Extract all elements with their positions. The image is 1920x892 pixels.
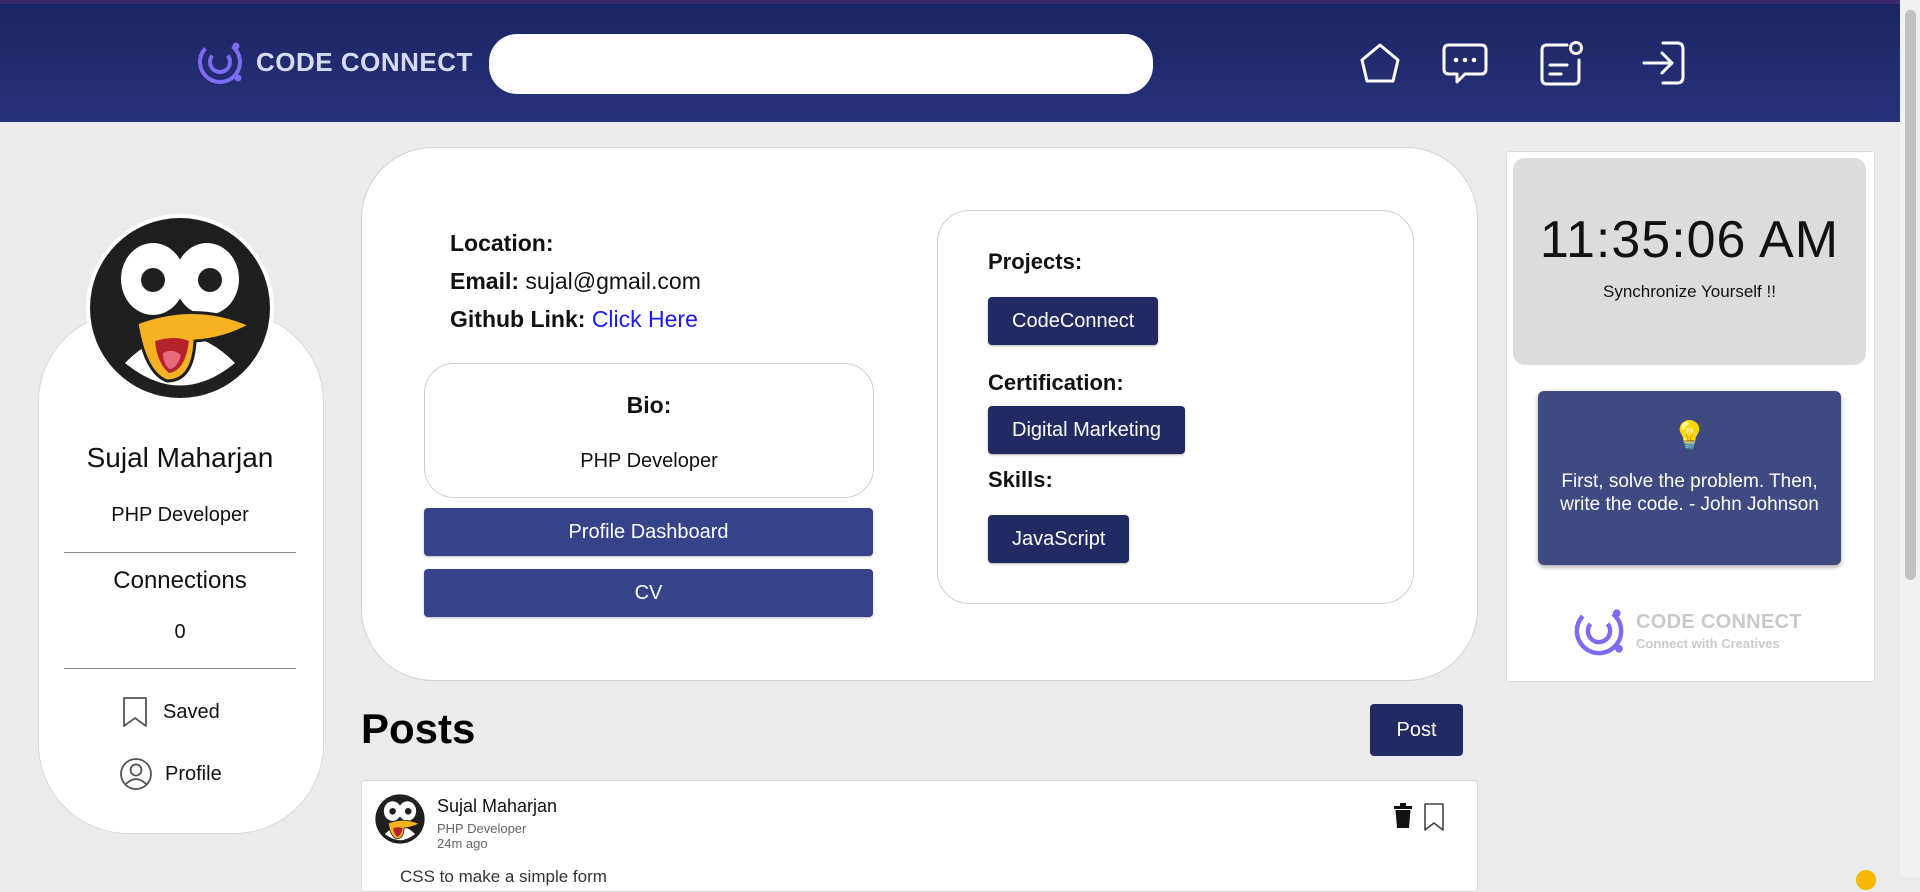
post-body: CSS to make a simple form (400, 867, 607, 886)
posts-title: Posts (361, 705, 476, 752)
chat-bubble-indicator[interactable] (1856, 870, 1876, 890)
connections-label: Connections (113, 567, 247, 594)
post-card: Sujal Maharjan PHP Developer 24m ago CSS… (361, 780, 1478, 892)
bookmark-icon[interactable] (1422, 802, 1446, 832)
footer-logo-title: CODE CONNECT (1636, 611, 1802, 633)
bio-title: Bio: (626, 392, 672, 418)
brand-name: CODE CONNECT (256, 46, 473, 77)
github-link[interactable]: Click Here (592, 306, 698, 332)
profile-link[interactable]: Profile (119, 757, 222, 791)
skills-label: Skills: (988, 467, 1053, 492)
post-author-avatar (374, 793, 426, 845)
certification-tag[interactable]: Digital Marketing (988, 406, 1185, 454)
saved-label: Saved (163, 700, 220, 723)
home-icon[interactable] (1355, 38, 1405, 88)
bio-text: PHP Developer (580, 450, 718, 472)
post-author-role: PHP Developer (437, 821, 527, 836)
clock-box: 11:35:06 AM Synchronize Yourself !! (1513, 158, 1866, 365)
connections-count: 0 (174, 621, 186, 643)
page-scrollbar[interactable] (1900, 0, 1920, 877)
certification-label: Certification: (988, 370, 1124, 395)
user-icon (120, 758, 152, 790)
logout-icon[interactable] (1639, 38, 1689, 88)
profile-name: Sujal Maharjan (86, 442, 274, 473)
footer-logo: CODE CONNECT Connect with Creatives (1568, 600, 1802, 662)
email-row: Email: sujal@gmail.com (450, 268, 701, 295)
profile-avatar (86, 214, 274, 402)
location-row: Location: (450, 230, 554, 257)
lightbulb-icon: 💡 (1672, 420, 1707, 451)
github-label: Github Link: (450, 306, 586, 332)
brand-logo[interactable]: CODE CONNECT (192, 34, 473, 90)
divider (64, 552, 296, 553)
skill-tag[interactable]: JavaScript (988, 515, 1130, 563)
project-tag[interactable]: CodeConnect (988, 297, 1159, 345)
quote-card: 💡 First, solve the problem. Then, write … (1538, 391, 1841, 565)
clock-time: 11:35:06 AM (1539, 211, 1840, 269)
search-input[interactable] (489, 34, 1153, 94)
divider (64, 668, 296, 669)
messages-icon[interactable] (1440, 38, 1490, 88)
footer-logo-subtitle: Connect with Creatives (1636, 636, 1780, 651)
clock-caption: Synchronize Yourself !! (1603, 282, 1776, 301)
notifications-icon[interactable] (1537, 38, 1587, 88)
code-connect-logo-icon (1574, 606, 1624, 656)
github-row: Github Link: Click Here (450, 306, 698, 333)
trash-icon[interactable] (1392, 803, 1414, 829)
new-post-button[interactable]: Post (1370, 704, 1463, 756)
location-label: Location: (450, 230, 554, 256)
code-connect-logo-icon (198, 39, 242, 84)
cv-button[interactable]: CV (424, 569, 873, 617)
profile-dashboard-button[interactable]: Profile Dashboard (424, 508, 873, 556)
profile-role: PHP Developer (111, 504, 249, 526)
bookmark-icon (123, 697, 147, 727)
top-navbar: CODE CONNECT (0, 4, 1900, 122)
post-author-name[interactable]: Sujal Maharjan (437, 796, 557, 817)
bio-box: Bio: PHP Developer (424, 363, 874, 498)
quote-text: First, solve the problem. Then, write th… (1560, 471, 1819, 515)
profile-label: Profile (165, 762, 222, 785)
projects-label: Projects: (988, 249, 1083, 274)
email-value: sujal@gmail.com (525, 268, 701, 294)
saved-link[interactable]: Saved (119, 695, 220, 729)
post-timestamp: 24m ago (437, 836, 488, 851)
scrollbar-thumb[interactable] (1905, 10, 1916, 580)
email-label: Email: (450, 268, 520, 294)
